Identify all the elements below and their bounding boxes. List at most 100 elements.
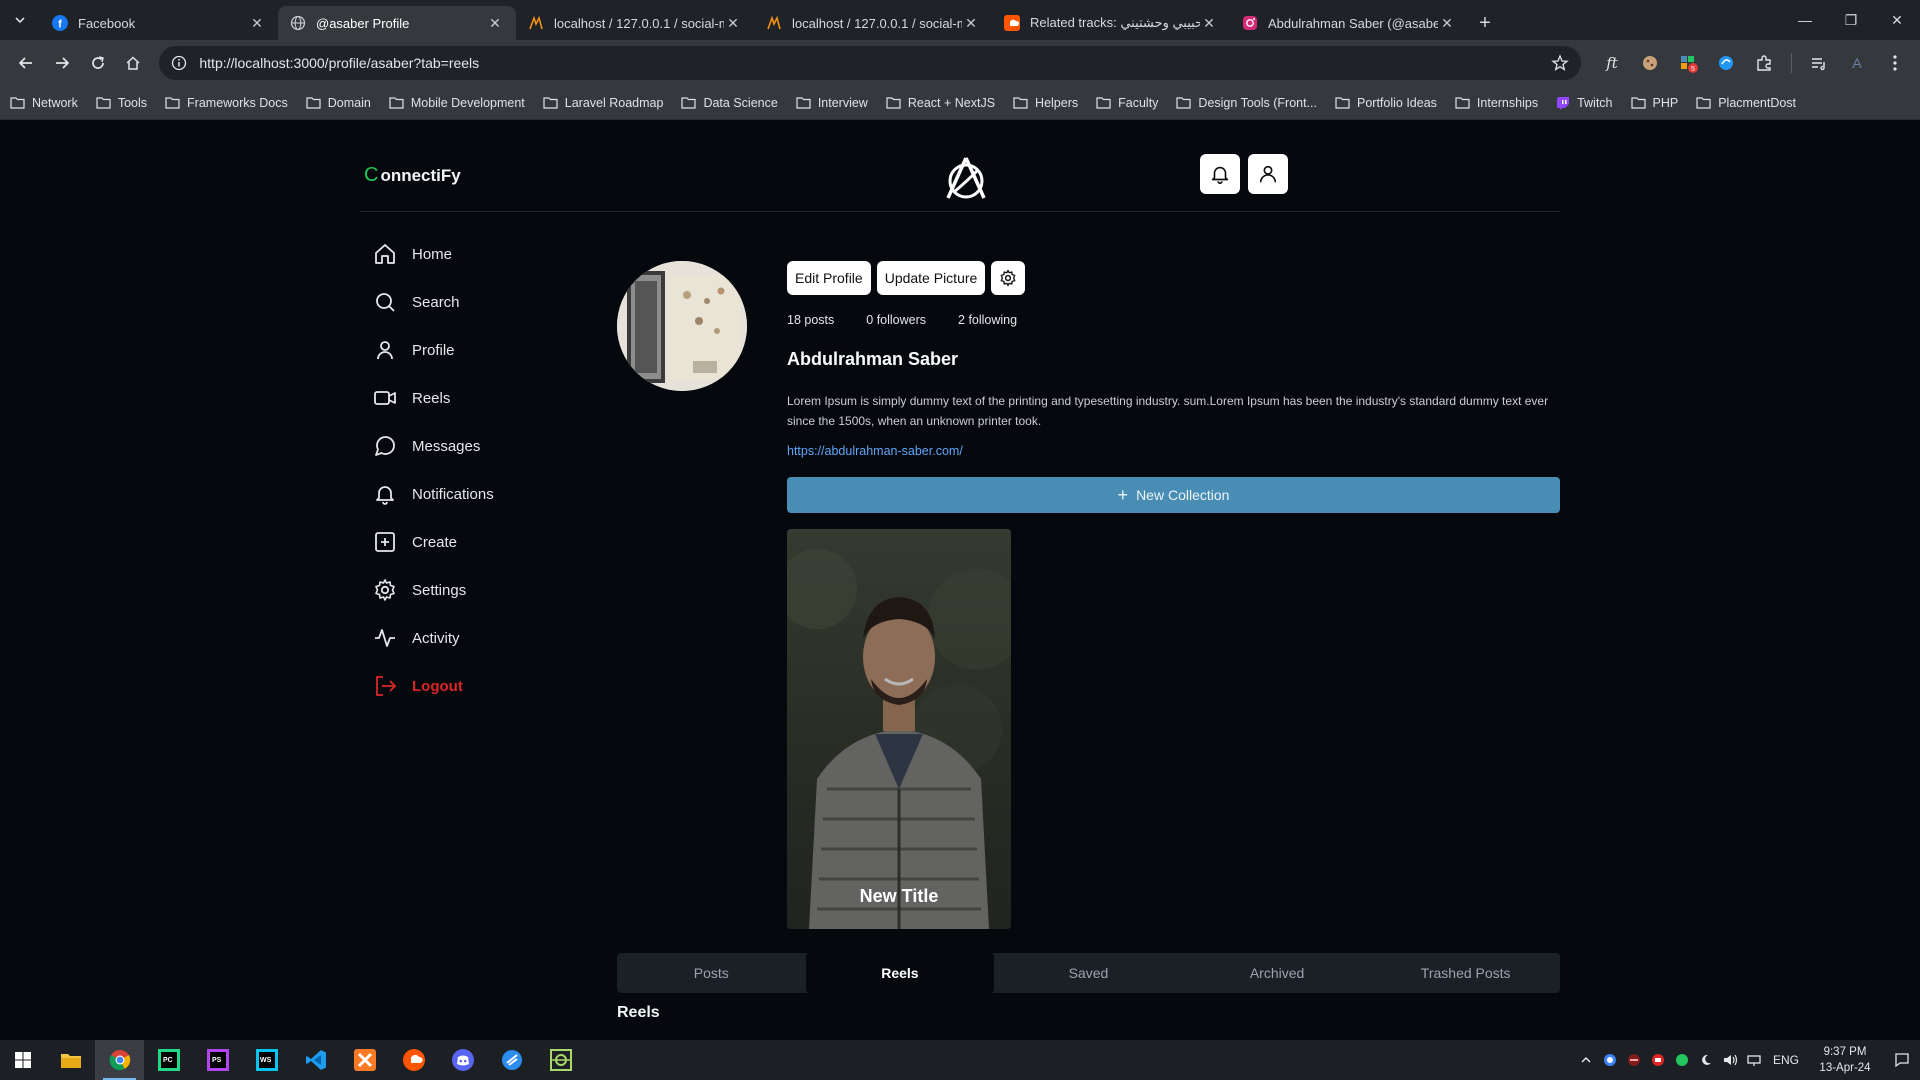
bookmark-item[interactable]: React + NextJS (886, 96, 995, 110)
bookmark-item[interactable]: Network (10, 96, 78, 110)
new-tab-button[interactable]: + (1468, 6, 1502, 40)
close-tab-icon[interactable]: ✕ (486, 14, 504, 32)
tray-app-blue-icon[interactable] (1598, 1040, 1622, 1080)
tray-app-rec-icon[interactable] (1646, 1040, 1670, 1080)
clock[interactable]: 9:37 PM 13-Apr-24 (1806, 1044, 1884, 1076)
chevron-up-icon[interactable] (1574, 1040, 1598, 1080)
browser-tab-phpmyadmin-2[interactable]: localhost / 127.0.0.1 / social-me ✕ (754, 6, 992, 40)
bookmark-item[interactable]: PlacmentDost (1696, 96, 1796, 110)
browser-tab-instagram[interactable]: Abdulrahman Saber (@asaber3 ✕ (1230, 6, 1468, 40)
profile-avatar-icon[interactable]: A (1840, 45, 1874, 81)
profile-settings-button[interactable] (991, 261, 1026, 295)
reel-card[interactable]: New Title (787, 529, 1011, 929)
bookmark-item[interactable]: Faculty (1096, 96, 1158, 110)
taskbar-file-explorer[interactable] (46, 1040, 95, 1080)
tab-reels[interactable]: Reels (805, 953, 995, 993)
profile-avatar[interactable] (617, 261, 747, 391)
bookmark-item[interactable]: Helpers (1013, 96, 1078, 110)
sidebar-item-logout[interactable]: Logout (372, 662, 592, 710)
close-tab-icon[interactable]: ✕ (724, 14, 742, 32)
close-tab-icon[interactable]: ✕ (1200, 14, 1218, 32)
blue-extension-icon[interactable] (1709, 45, 1743, 81)
bookmark-star-icon[interactable] (1551, 54, 1569, 72)
profile-website-link[interactable]: https://abdulrahman-saber.com/ (787, 444, 963, 458)
taskbar-vscode[interactable] (291, 1040, 340, 1080)
bookmark-item[interactable]: Laravel Roadmap (543, 96, 663, 110)
browser-tab-phpmyadmin-1[interactable]: localhost / 127.0.0.1 / social-me ✕ (516, 6, 754, 40)
taskbar-discord[interactable] (438, 1040, 487, 1080)
action-center-icon[interactable] (1884, 1040, 1920, 1080)
taskbar-xampp[interactable] (340, 1040, 389, 1080)
app-logo[interactable]: C onnectiFy (364, 164, 461, 187)
followers-count[interactable]: 0 followers (866, 313, 926, 327)
volume-icon[interactable] (1718, 1040, 1742, 1080)
restore-icon[interactable]: ❐ (1828, 0, 1874, 40)
close-tab-icon[interactable]: ✕ (248, 14, 266, 32)
taskbar-phpstorm[interactable]: PS (193, 1040, 242, 1080)
taskbar-pycharm[interactable]: PC (144, 1040, 193, 1080)
taskbar-soundcloud[interactable] (389, 1040, 438, 1080)
minimize-icon[interactable]: — (1782, 0, 1828, 40)
language-indicator[interactable]: ENG (1766, 1040, 1806, 1080)
browser-tab-profile[interactable]: @asaber Profile ✕ (278, 6, 516, 40)
edit-profile-button[interactable]: Edit Profile (787, 261, 871, 295)
browser-tab-soundcloud[interactable]: Related tracks: حبيبي وحشتيني ✕ (992, 6, 1230, 40)
new-collection-button[interactable]: + New Collection (787, 477, 1560, 513)
back-button[interactable] (8, 45, 44, 81)
tab-search-button[interactable] (0, 0, 40, 40)
sidebar-item-home[interactable]: Home (372, 230, 592, 278)
sidebar-item-notifications[interactable]: Notifications (372, 470, 592, 518)
site-info-icon[interactable] (171, 55, 187, 71)
close-tab-icon[interactable]: ✕ (1438, 14, 1456, 32)
kebab-menu-icon[interactable] (1878, 45, 1912, 81)
account-button[interactable] (1248, 154, 1288, 194)
bookmark-item[interactable]: Portfolio Ideas (1335, 96, 1437, 110)
tab-saved[interactable]: Saved (994, 953, 1183, 993)
update-picture-button[interactable]: Update Picture (876, 261, 986, 295)
bookmark-item[interactable]: Tools (96, 96, 147, 110)
puzzle-extensions-icon[interactable] (1747, 45, 1781, 81)
close-window-icon[interactable]: ✕ (1874, 0, 1920, 40)
font-extension-icon[interactable]: ft (1595, 45, 1629, 81)
address-bar[interactable]: http://localhost:3000/profile/asaber?tab… (159, 46, 1582, 80)
close-tab-icon[interactable]: ✕ (962, 14, 980, 32)
forward-button[interactable] (44, 45, 80, 81)
taskbar-webstorm[interactable]: WS (242, 1040, 291, 1080)
bookmark-item[interactable]: Mobile Development (389, 96, 525, 110)
notifications-button[interactable] (1200, 154, 1240, 194)
sidebar-item-search[interactable]: Search (372, 278, 592, 326)
sidebar-item-activity[interactable]: Activity (372, 614, 592, 662)
sidebar-item-settings[interactable]: Settings (372, 566, 592, 614)
tab-posts[interactable]: Posts (617, 953, 806, 993)
media-control-icon[interactable] (1802, 45, 1836, 81)
bookmark-item[interactable]: Domain (306, 96, 371, 110)
network-icon[interactable] (1742, 1040, 1766, 1080)
bookmark-item[interactable]: Interview (796, 96, 868, 110)
sidebar-item-profile[interactable]: Profile (372, 326, 592, 374)
cookie-extension-icon[interactable] (1633, 45, 1667, 81)
browser-tab-facebook[interactable]: f Facebook ✕ (40, 6, 278, 40)
bookmark-item[interactable]: Frameworks Docs (165, 96, 288, 110)
posts-count[interactable]: 18 posts (787, 313, 834, 327)
reload-button[interactable] (80, 45, 116, 81)
tab-trashed-posts[interactable]: Trashed Posts (1371, 953, 1560, 993)
windows-start-button[interactable] (0, 1040, 46, 1080)
tab-archived[interactable]: Archived (1183, 953, 1372, 993)
taskbar-bluebird[interactable] (487, 1040, 536, 1080)
bookmark-item[interactable]: Data Science (681, 96, 778, 110)
bookmark-item[interactable]: PHP (1630, 96, 1678, 110)
night-mode-icon[interactable] (1694, 1040, 1718, 1080)
sidebar-item-reels[interactable]: Reels (372, 374, 592, 422)
bookmark-item[interactable]: Internships (1455, 96, 1538, 110)
sidebar-item-create[interactable]: Create (372, 518, 592, 566)
sidebar-item-messages[interactable]: Messages (372, 422, 592, 470)
bookmark-item[interactable]: Twitch (1556, 96, 1613, 110)
home-button[interactable] (116, 45, 152, 81)
tray-app-red-icon[interactable] (1622, 1040, 1646, 1080)
bookmark-item[interactable]: Design Tools (Front... (1176, 96, 1317, 110)
taskbar-chrome[interactable] (95, 1040, 144, 1080)
following-count[interactable]: 2 following (958, 313, 1017, 327)
taskbar-app-green[interactable] (536, 1040, 585, 1080)
tray-app-green-icon[interactable] (1670, 1040, 1694, 1080)
stack-extension-icon[interactable]: 5 (1671, 45, 1705, 81)
